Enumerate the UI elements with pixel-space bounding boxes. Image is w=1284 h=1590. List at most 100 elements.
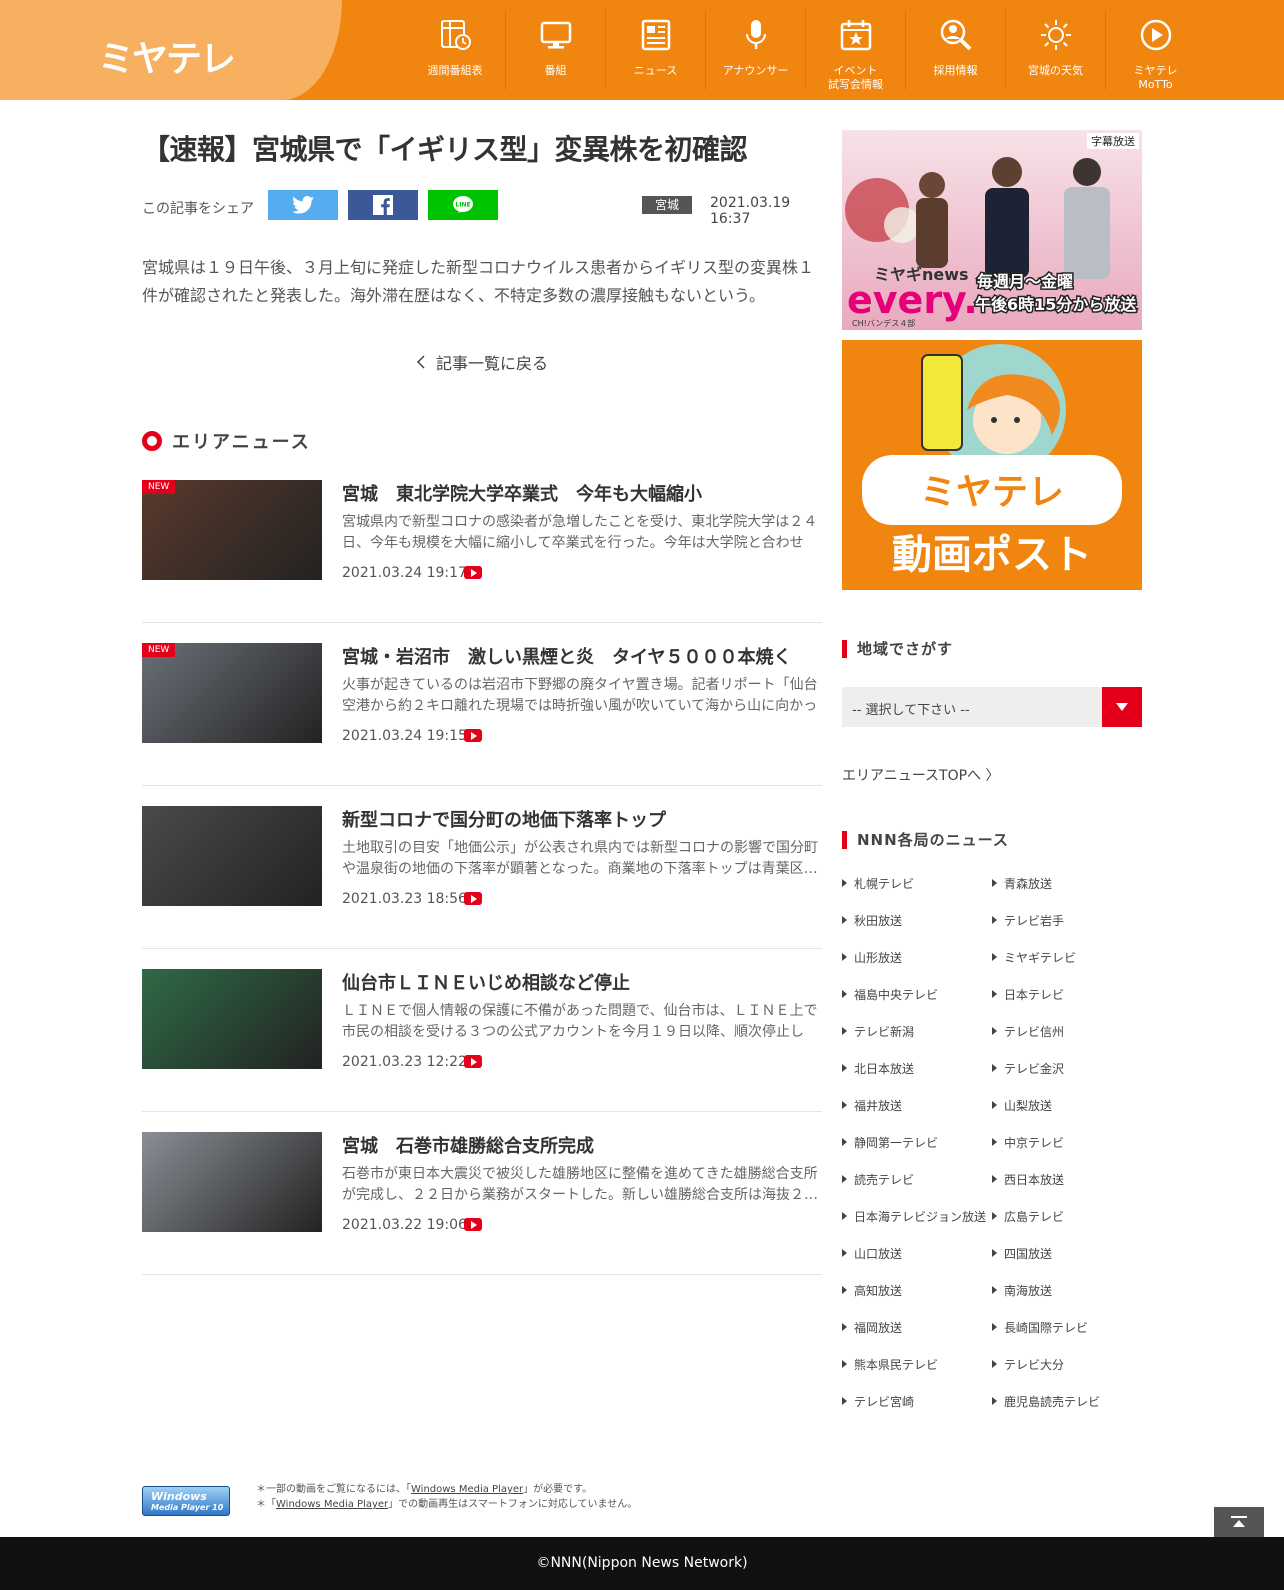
youtube-icon[interactable] [464,892,482,905]
wmp-link-1[interactable]: Windows Media Player [411,1484,523,1495]
facebook-share-button[interactable] [348,190,418,220]
news-description: 土地取引の目安「地価公示」が公表され県内では新型コロナの影響で国分町や温泉街の地… [342,840,818,877]
nnn-station-link[interactable]: 四国放送 [992,1248,1142,1261]
microphone-icon [739,18,773,56]
nav-item-tv-monitor[interactable]: 番組 [505,10,605,90]
nnn-station-link[interactable]: 南海放送 [992,1285,1142,1298]
nnn-station-link[interactable]: 秋田放送 [842,915,992,928]
chevron-left-icon [416,354,426,373]
windows-media-player-badge[interactable]: Windows Media Player 10 [142,1486,230,1516]
news-item[interactable]: 仙台市ＬＩＮＥいじめ相談など停止 ＬＩＮＥで個人情報の保護に不備があった問題で、仙… [142,969,822,1112]
nnn-station-link[interactable]: テレビ大分 [992,1359,1142,1372]
nav-item-calendar-star[interactable]: イベント 試写会情報 [805,10,905,91]
nav-label: ミヤテレ MoTTo [1133,64,1178,91]
wmp-link-2[interactable]: Windows Media Player [276,1499,388,1510]
nnn-station-link[interactable]: テレビ新潟 [842,1026,992,1039]
news-thumbnail[interactable]: NEW [142,480,322,580]
douga-post-banner[interactable]: ミヤテレ 動画ポスト [842,340,1142,590]
nav-item-sun[interactable]: 宮城の天気 [1005,10,1105,90]
heading-bar [842,639,847,658]
category-badge: 宮城 [642,196,692,214]
nnn-station-link[interactable]: 山梨放送 [992,1100,1142,1113]
news-title[interactable]: 仙台市ＬＩＮＥいじめ相談など停止 [342,969,822,995]
nnn-station-link[interactable]: 中京テレビ [992,1137,1142,1150]
youtube-icon[interactable] [464,566,482,579]
nnn-station-link[interactable]: 日本テレビ [992,989,1142,1002]
nav-item-play-circle[interactable]: ミヤテレ MoTTo [1105,10,1205,91]
nnn-station-link[interactable]: 西日本放送 [992,1174,1142,1187]
nnn-station-link[interactable]: 札幌テレビ [842,878,992,891]
line-share-button[interactable]: LINE [428,190,498,220]
news-item[interactable]: 新型コロナで国分町の地価下落率トップ土地取引の目安「地価公示」が公表され県内では… [142,806,822,949]
every-banner[interactable]: 字幕放送 ミヤギnews every. 毎週月〜金曜 午後6時15分から放送 C… [842,130,1142,330]
main-column: 【速報】宮城県で「イギリス型」変異株を初確認 この記事をシェア LINE 宮城 … [142,128,822,1275]
share-label: この記事をシェア [142,201,254,217]
note1-suffix: 」が必要です。 [523,1484,593,1495]
nnn-station-link[interactable]: 福岡放送 [842,1322,992,1335]
news-title[interactable]: 宮城 東北学院大学卒業式 今年も大幅縮小 [342,480,822,506]
every-schedule-time: 午後6時15分から放送 [975,295,1137,314]
region-select-value: -- 選択して下さい -- [852,703,970,718]
news-item[interactable]: NEW 宮城 東北学院大学卒業式 今年も大幅縮小 宮城県内で新型コロナの感染者が急増… [142,480,822,623]
nnn-station-link[interactable]: 福島中央テレビ [842,989,992,1002]
nav-label: 番組 [544,64,567,77]
area-news-top-link[interactable]: エリアニュースTOPへ 〉 [842,765,1142,785]
back-link-label: 記事一覧に戻る [435,354,548,373]
nav-item-newspaper[interactable]: ニュース [605,10,705,90]
nnn-station-link[interactable]: 山口放送 [842,1248,992,1261]
nnn-station-link[interactable]: 広島テレビ [992,1211,1142,1224]
svg-text:LINE: LINE [455,202,470,209]
page-top-button[interactable] [1214,1507,1264,1537]
twitter-share-button[interactable] [268,190,338,220]
back-to-list-link[interactable]: 記事一覧に戻る [142,350,822,374]
share-row: この記事をシェア LINE 宮城 2021.03.19 16:37 [142,190,822,227]
nnn-station-link[interactable]: 山形放送 [842,952,992,965]
nnn-station-link[interactable]: 福井放送 [842,1100,992,1113]
news-item[interactable]: 宮城 石巻市雄勝総合支所完成 石巻市が東日本大震災で被災した雄勝地区に整備を進めて… [142,1132,822,1275]
nnn-station-link[interactable]: テレビ信州 [992,1026,1142,1039]
nnn-station-link[interactable]: テレビ金沢 [992,1063,1142,1076]
nnn-station-link[interactable]: 日本海テレビジョン放送 [842,1211,992,1224]
schedule-icon [438,18,472,56]
site-logo[interactable]: ミヤテレ [98,30,236,82]
nnn-station-link[interactable]: テレビ宮崎 [842,1396,992,1409]
nav-label: 宮城の天気 [1028,64,1083,77]
nnn-station-link[interactable]: 読売テレビ [842,1174,992,1187]
nnn-station-link[interactable]: 高知放送 [842,1285,992,1298]
youtube-icon[interactable] [464,1055,482,1068]
youtube-icon[interactable] [464,729,482,742]
nnn-station-link[interactable]: 熊本県民テレビ [842,1359,992,1372]
area-news-title: エリアニュース [172,432,311,453]
news-title[interactable]: 宮城・岩沼市 激しい黒煙と炎 タイヤ５０００本焼く [342,643,822,669]
news-thumbnail[interactable] [142,806,322,906]
news-item[interactable]: NEW 宮城・岩沼市 激しい黒煙と炎 タイヤ５０００本焼く 火事が起きているのは岩沼… [142,643,822,786]
region-select[interactable]: -- 選択して下さい -- [842,687,1142,727]
news-title[interactable]: 宮城 石巻市雄勝総合支所完成 [342,1132,822,1158]
region-title: 地域でさがす [857,640,954,658]
douga-post-brand: ミヤテレ [920,472,1064,513]
nav-label: ニュース [633,64,678,77]
twitter-icon [292,196,314,214]
nnn-station-link[interactable]: 鹿児島読売テレビ [992,1396,1142,1409]
youtube-icon[interactable] [464,1218,482,1231]
nav-label: アナウンサー [722,64,789,77]
area-news-list: NEW 宮城 東北学院大学卒業式 今年も大幅縮小 宮城県内で新型コロナの感染者が急増… [142,480,822,1275]
nnn-station-link[interactable]: 長崎国際テレビ [992,1322,1142,1335]
nnn-station-link[interactable]: 北日本放送 [842,1063,992,1076]
nnn-station-link[interactable]: 静岡第一テレビ [842,1137,992,1150]
news-thumbnail[interactable] [142,969,322,1069]
nav-item-microphone[interactable]: アナウンサー [705,10,805,90]
nav-item-schedule[interactable]: 週間番組表 [405,10,505,90]
news-title[interactable]: 新型コロナで国分町の地価下落率トップ [342,806,822,832]
news-thumbnail[interactable] [142,1132,322,1232]
article-title: 【速報】宮城県で「イギリス型」変異株を初確認 [142,133,748,166]
nnn-station-link[interactable]: 青森放送 [992,878,1142,891]
every-logo: every. [847,278,978,322]
nnn-station-link[interactable]: テレビ岩手 [992,915,1142,928]
nnn-station-link[interactable]: ミヤギテレビ [992,952,1142,965]
nav-item-person-search[interactable]: 採用情報 [905,10,1005,90]
news-date: 2021.03.23 12:22 [342,1054,467,1070]
douga-post-title: 動画ポスト [892,532,1092,578]
copyright: ©NNN(Nippon News Network) [536,1555,748,1571]
news-thumbnail[interactable]: NEW [142,643,322,743]
